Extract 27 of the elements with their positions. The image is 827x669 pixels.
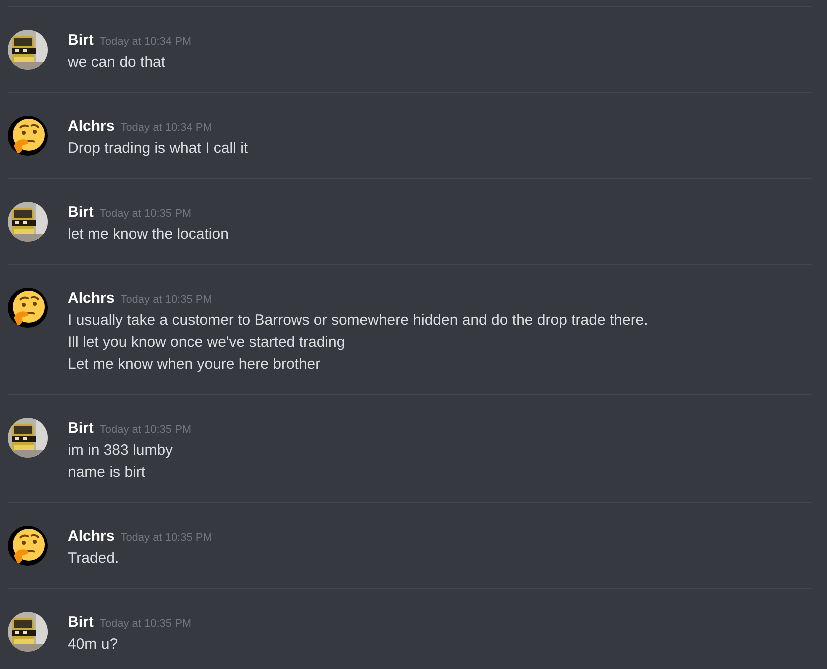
thinking-emoji-icon <box>8 526 48 566</box>
thinking-emoji-icon <box>8 116 48 156</box>
message-text: im in 383 lumby <box>68 441 174 461</box>
message-text: Drop trading is what I call it <box>68 139 248 159</box>
author-name[interactable]: Birt <box>68 202 94 224</box>
author-name[interactable]: Birt <box>68 612 94 634</box>
timestamp: Today at 10:35 PM <box>100 207 192 222</box>
message-text: I usually take a customer to Barrows or somewhere hidden and do the drop trade there. <box>68 311 648 331</box>
timestamp: Today at 10:35 PM <box>100 423 192 438</box>
author-name[interactable]: Alchrs <box>68 526 115 548</box>
message-text: name is birt <box>68 463 147 483</box>
author-name[interactable]: Alchrs <box>68 116 115 138</box>
author-name[interactable]: Alchrs <box>68 288 115 310</box>
message-text: Traded. <box>68 549 120 569</box>
timestamp: Today at 10:35 PM <box>100 617 192 632</box>
timestamp: Today at 10:35 PM <box>120 531 212 546</box>
message-text: Let me know when youre here brother <box>68 355 322 375</box>
timestamp: Today at 10:35 PM <box>120 293 212 308</box>
message-text: let me know the location <box>68 225 229 245</box>
author-name[interactable]: Birt <box>68 418 94 440</box>
timestamp: Today at 10:34 PM <box>100 35 192 50</box>
message-text: 40m u? <box>68 635 120 655</box>
author-name[interactable]: Birt <box>68 30 94 52</box>
message-text: we can do that <box>68 53 167 73</box>
thinking-emoji-icon <box>8 288 48 328</box>
timestamp: Today at 10:34 PM <box>120 121 212 136</box>
message-text: Ill let you know once we've started trading <box>68 333 346 353</box>
